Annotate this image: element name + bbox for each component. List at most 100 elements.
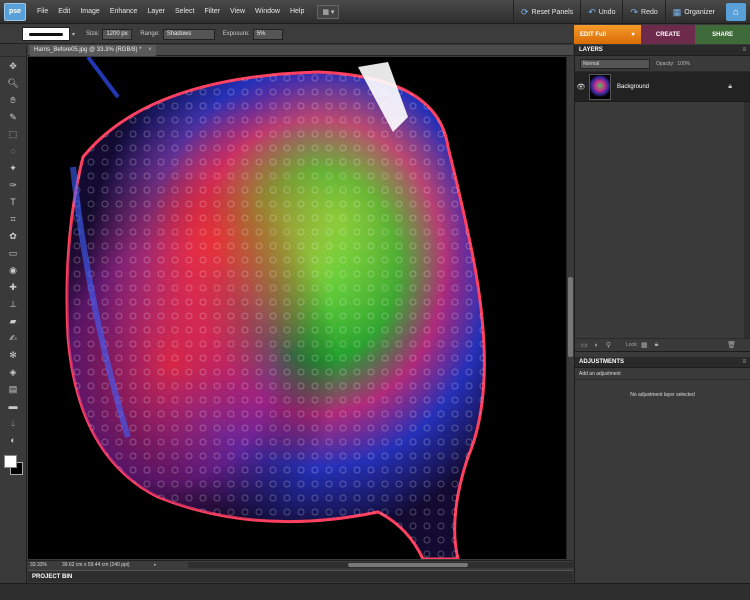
lock-transparent-icon[interactable]: ▦ bbox=[641, 341, 648, 349]
eraser-tool-icon[interactable]: ▰ bbox=[4, 313, 22, 329]
straighten-tool-icon[interactable]: ▭ bbox=[4, 245, 22, 261]
type-tool-icon[interactable]: T bbox=[4, 194, 22, 210]
opacity-field[interactable]: 100% bbox=[677, 61, 690, 67]
link-icon[interactable]: ⚲ bbox=[606, 341, 611, 349]
right-menu: ⟳ Reset Panels ↶ Undo ↷ Redo ▦ Organizer… bbox=[513, 0, 750, 24]
reset-panels-button[interactable]: ⟳ Reset Panels bbox=[513, 0, 580, 24]
exposure-field[interactable]: 5% bbox=[252, 28, 283, 40]
menu-filter[interactable]: Filter bbox=[199, 8, 225, 15]
undo-icon: ↶ bbox=[588, 6, 596, 17]
opacity-label: Opacity: bbox=[656, 60, 675, 67]
smart-brush-tool-icon[interactable]: ✻ bbox=[4, 347, 22, 363]
grid-icon: ▦ ▾ bbox=[322, 8, 335, 16]
tab-edit-full[interactable]: EDIT Full ▾ bbox=[574, 25, 641, 44]
tab-create[interactable]: CREATE bbox=[640, 25, 696, 44]
panel-menu-icon[interactable]: ≡ bbox=[742, 47, 746, 53]
zoom-level[interactable]: 33.33% bbox=[28, 562, 54, 568]
trash-icon[interactable]: 🗑︎ bbox=[727, 341, 736, 349]
layers-panel-title: LAYERS bbox=[579, 47, 603, 53]
vertical-scrollbar[interactable] bbox=[566, 57, 573, 559]
add-adjustment-label: Add an adjustment bbox=[575, 368, 750, 380]
tab-edit-label: EDIT Full bbox=[580, 31, 606, 38]
horizontal-scroll-thumb[interactable] bbox=[348, 563, 468, 567]
adjustments-panel-header[interactable]: ADJUSTMENTS ≡ bbox=[575, 357, 750, 368]
photo-image bbox=[28, 57, 566, 559]
bottom-bar bbox=[0, 583, 750, 600]
layers-options: Normal Opacity: 100% bbox=[575, 56, 750, 72]
panel-menu-icon[interactable]: ≡ bbox=[742, 359, 746, 365]
eye-icon[interactable]: 👁︎ bbox=[575, 83, 587, 91]
menu-edit[interactable]: Edit bbox=[53, 8, 75, 15]
image-canvas[interactable] bbox=[28, 57, 566, 559]
close-icon[interactable]: × bbox=[148, 47, 152, 53]
menu-view[interactable]: View bbox=[225, 8, 250, 15]
menu-items: File Edit Image Enhance Layer Select Fil… bbox=[32, 8, 309, 15]
lock-all-icon[interactable]: 🔒︎ bbox=[655, 341, 659, 349]
toolbox-grip[interactable] bbox=[0, 45, 26, 57]
move-tool-icon[interactable]: ✥ bbox=[4, 58, 22, 74]
chevron-down-icon: ▾ bbox=[631, 32, 635, 38]
red-eye-tool-icon[interactable]: ◉ bbox=[4, 262, 22, 278]
menu-layer[interactable]: Layer bbox=[142, 8, 170, 15]
home-button[interactable]: ⌂ bbox=[726, 3, 746, 21]
home-icon: ⌂ bbox=[732, 6, 740, 18]
vertical-scroll-thumb[interactable] bbox=[568, 277, 573, 357]
magic-wand-tool-icon[interactable]: ✦ bbox=[4, 160, 22, 176]
no-adjustment-message: No adjustment layer selected bbox=[630, 392, 695, 398]
undo-label: Undo bbox=[598, 8, 616, 16]
tab-share[interactable]: SHARE bbox=[695, 25, 750, 44]
size-label: Size: bbox=[86, 31, 100, 37]
menu-file[interactable]: File bbox=[32, 8, 53, 15]
undo-button[interactable]: ↶ Undo bbox=[580, 0, 622, 24]
gradient-tool-icon[interactable]: ▤ bbox=[4, 381, 22, 397]
menu-enhance[interactable]: Enhance bbox=[105, 8, 143, 15]
menu-select[interactable]: Select bbox=[170, 8, 199, 15]
blur-tool-icon[interactable]: 💧︎ bbox=[4, 415, 22, 431]
sponge-tool-icon[interactable]: ◐ bbox=[4, 432, 22, 448]
adjustment-layer-icon[interactable]: ◐ bbox=[595, 342, 599, 349]
lasso-tool-icon[interactable]: ◌ bbox=[4, 143, 22, 159]
size-field[interactable]: 1200 px bbox=[102, 28, 133, 40]
layer-row-background[interactable]: 👁︎ Background 🔒︎ bbox=[575, 72, 750, 102]
range-select[interactable]: Shadows bbox=[162, 28, 215, 40]
clone-stamp-tool-icon[interactable]: ⊥ bbox=[4, 296, 22, 312]
redo-button[interactable]: ↷ Redo bbox=[622, 0, 664, 24]
toolbox: ✥ 🔍︎ ✋︎ ✎ ⬚ ◌ ✦ ✑ T ⌗ ✿ ▭ ◉ ✚ ⊥ ▰ ✍︎ ✻ ◈… bbox=[0, 45, 27, 583]
healing-brush-tool-icon[interactable]: ✚ bbox=[4, 279, 22, 295]
organizer-button[interactable]: ▦ Organizer bbox=[664, 0, 722, 24]
brush-preset-picker[interactable] bbox=[22, 27, 70, 41]
marquee-tool-icon[interactable]: ⬚ bbox=[4, 126, 22, 142]
panel-bin: LAYERS ≡ Normal Opacity: 100% 👁︎ Backgro… bbox=[574, 45, 750, 583]
layers-list-empty-area bbox=[575, 102, 750, 338]
eyedropper-tool-icon[interactable]: ✎ bbox=[4, 109, 22, 125]
foreground-color-swatch[interactable] bbox=[4, 455, 17, 468]
layers-panel-header[interactable]: LAYERS ≡ bbox=[575, 45, 750, 56]
hand-tool-icon[interactable]: ✋︎ bbox=[4, 92, 22, 108]
status-bar: 33.33% 39.62 cm x 59.44 cm (240 ppi) ▸ bbox=[28, 560, 593, 569]
organizer-label: Organizer bbox=[684, 8, 715, 16]
project-bin-header[interactable]: PROJECT BIN bbox=[28, 570, 573, 582]
quick-selection-tool-icon[interactable]: ✑ bbox=[4, 177, 22, 193]
document-info: 39.62 cm x 59.44 cm (240 ppi) bbox=[62, 562, 130, 568]
chevron-right-icon[interactable]: ▸ bbox=[154, 562, 162, 568]
layers-footer: ▭ ◐ ⚲ Lock: ▦ 🔒︎ 🗑︎ bbox=[575, 338, 750, 352]
menu-help[interactable]: Help bbox=[285, 8, 309, 15]
crop-tool-icon[interactable]: ⌗ bbox=[4, 211, 22, 227]
document-tab[interactable]: Harris_Before05.jpg @ 33.3% (RGB/8) * × bbox=[30, 45, 156, 56]
brush-tool-icon[interactable]: ✍︎ bbox=[4, 330, 22, 346]
app-logo: pse bbox=[4, 2, 26, 21]
menu-window[interactable]: Window bbox=[250, 8, 285, 15]
paint-bucket-tool-icon[interactable]: ◈ bbox=[4, 364, 22, 380]
exposure-label: Exposure: bbox=[222, 31, 250, 37]
chevron-down-icon[interactable]: ▾ bbox=[72, 31, 78, 38]
horizontal-scrollbar[interactable] bbox=[188, 562, 593, 568]
shape-tool-icon[interactable]: ▬ bbox=[4, 398, 22, 414]
menu-image[interactable]: Image bbox=[75, 8, 104, 15]
blend-mode-select[interactable]: Normal bbox=[580, 58, 650, 69]
zoom-tool-icon[interactable]: 🔍︎ bbox=[4, 75, 22, 91]
cookie-cutter-tool-icon[interactable]: ✿ bbox=[4, 228, 22, 244]
new-layer-icon[interactable]: ▭ bbox=[581, 341, 588, 349]
reset-icon: ⟳ bbox=[521, 6, 529, 17]
menu-bar: pse File Edit Image Enhance Layer Select… bbox=[0, 0, 750, 24]
arrange-documents-button[interactable]: ▦ ▾ bbox=[317, 4, 340, 19]
